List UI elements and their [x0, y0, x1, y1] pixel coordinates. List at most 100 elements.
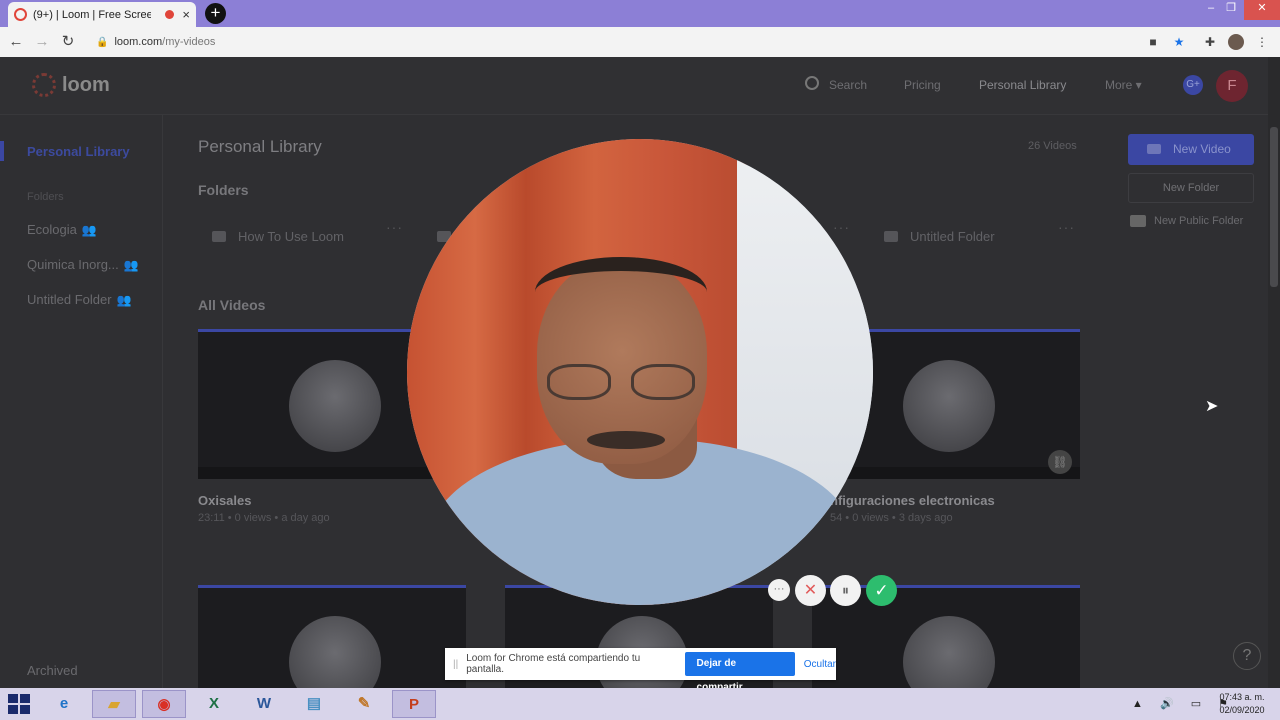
more-menu[interactable]: More ▾ [1105, 78, 1142, 92]
presenter-hair [535, 257, 707, 327]
kebab-menu-icon[interactable]: ⋮ [1254, 34, 1270, 50]
powerpoint-icon[interactable]: P [392, 690, 436, 718]
recording-cancel-button[interactable]: ✕ [795, 575, 826, 606]
screen-share-notice: || Loom for Chrome está compartiendo tu … [445, 648, 836, 693]
video-meta: 23:11 • 0 views • a day ago [198, 512, 330, 524]
shared-people-icon: 👥 [81, 223, 97, 237]
presenter-thumbnail [289, 616, 381, 688]
browser-tab-bar: (9+) | Loom | Free Screen & V × + – ❐ ✕ [0, 0, 1280, 27]
sidebar-item-label: Untitled Folder [27, 292, 112, 307]
new-public-folder-button[interactable]: New Public Folder [1130, 215, 1243, 227]
presenter-glasses [547, 364, 702, 404]
clock-time: 07:43 a. m. [1219, 692, 1265, 702]
sidebar-item-label: Ecologia [27, 222, 77, 237]
drag-handle-icon[interactable]: || [453, 659, 458, 670]
folder-options-icon[interactable]: ··· [386, 219, 403, 235]
personal-library-link[interactable]: Personal Library [979, 78, 1066, 92]
sidebar-item-archived[interactable]: Archived [27, 663, 78, 678]
recording-finish-button[interactable]: ✓ [866, 575, 897, 606]
sidebar: Personal Library Folders Ecologia 👥 Quimi… [0, 115, 163, 688]
sidebar-item-personal-library[interactable]: Personal Library [27, 144, 130, 159]
close-window-button[interactable]: ✕ [1244, 0, 1280, 20]
new-video-label: New Video [1173, 142, 1231, 156]
reload-icon[interactable]: ↻ [58, 32, 78, 52]
stop-sharing-button[interactable]: Dejar de compartir [684, 652, 795, 693]
paint-icon[interactable]: ✎ [342, 690, 386, 718]
extensions-icon[interactable]: ✚ [1202, 34, 1218, 50]
webcam-bubble[interactable] [407, 139, 873, 605]
all-videos-heading: All Videos [198, 297, 266, 313]
clock-date: 02/09/2020 [1219, 705, 1265, 715]
back-arrow-icon[interactable]: ← [6, 32, 26, 52]
video-title[interactable]: Oxisales [198, 493, 252, 508]
search-link[interactable]: Search [829, 78, 867, 92]
presenter-thumbnail [903, 360, 995, 452]
avatar[interactable]: F [1216, 70, 1248, 102]
folder-card-untitled[interactable]: Untitled Folder [884, 219, 995, 253]
excel-icon[interactable]: X [192, 690, 236, 718]
pricing-link[interactable]: Pricing [904, 78, 941, 92]
windows-taskbar: e ▰ ◉ X W ▤ ✎ P ▲ 🔊 ▭ ⚑ 07:43 a. m. 02/09/2020 [0, 688, 1280, 720]
sidebar-item-ecologia[interactable]: Ecologia 👥 [27, 222, 97, 237]
recording-more-button[interactable]: ··· [768, 579, 790, 601]
loom-top-nav: loom Search Pricing Personal Library Mor… [0, 57, 1268, 115]
word-icon[interactable]: W [242, 690, 286, 718]
restore-button[interactable]: ❐ [1218, 0, 1244, 18]
recording-pause-button[interactable]: ⏸ [830, 575, 861, 606]
camera-icon[interactable]: ■ [1145, 34, 1161, 50]
mouse-cursor-icon: ➤ [1205, 398, 1219, 415]
video-count: 26 Videos [1028, 140, 1077, 152]
sidebar-item-quimica[interactable]: Quimica Inorg... 👥 [27, 257, 139, 272]
folder-icon [884, 230, 898, 242]
loom-logo-text: loom [62, 73, 110, 96]
folder-name: How To Use Loom [238, 228, 344, 244]
video-camera-icon [1147, 144, 1161, 154]
search-icon[interactable] [805, 76, 819, 90]
chrome-icon[interactable]: ◉ [142, 690, 186, 718]
browser-tab[interactable]: (9+) | Loom | Free Screen & V × [8, 2, 196, 27]
url-host: loom.com [114, 36, 163, 48]
tab-close-button[interactable]: × [182, 7, 190, 22]
presenter-thumbnail [289, 360, 381, 452]
folder-card-how-to-use-loom[interactable]: How To Use Loom [212, 219, 344, 253]
hide-notice-link[interactable]: Ocultar [804, 659, 836, 670]
shared-people-icon: 👥 [116, 293, 132, 307]
forward-arrow-icon[interactable]: → [32, 32, 52, 52]
tab-title: (9+) | Loom | Free Screen & V [33, 8, 151, 21]
recording-indicator-icon [165, 10, 175, 19]
lock-icon: 🔒 [96, 37, 109, 48]
shared-people-icon: 👥 [123, 258, 139, 272]
file-explorer-icon[interactable]: ▰ [92, 690, 136, 718]
browser-toolbar: ← → ↻ 🔒 loom.com/my-videos ■ ★ ✚ ⋮ [0, 27, 1280, 57]
loom-logo[interactable]: loom [32, 73, 110, 97]
page-title: Personal Library [198, 137, 322, 156]
presenter-thumbnail [903, 616, 995, 688]
sidebar-item-untitled-folder[interactable]: Untitled Folder 👥 [27, 292, 132, 307]
profile-avatar-icon[interactable] [1228, 34, 1244, 50]
windows-start-icon[interactable] [8, 694, 30, 714]
address-bar[interactable]: 🔒 loom.com/my-videos [88, 31, 1200, 53]
folder-icon [212, 230, 226, 242]
folder-options-icon[interactable]: ··· [1058, 219, 1075, 235]
help-button[interactable]: ? [1233, 642, 1261, 670]
bookmark-star-icon[interactable]: ★ [1171, 34, 1187, 50]
internet-explorer-icon[interactable]: e [42, 690, 86, 718]
sidebar-folders-label: Folders [27, 191, 64, 203]
new-public-folder-label: New Public Folder [1154, 215, 1244, 227]
public-folder-icon [1130, 215, 1146, 227]
sidebar-item-label: Quimica Inorg... [27, 257, 119, 272]
folders-heading: Folders [198, 182, 249, 198]
loom-favicon-icon [14, 8, 27, 21]
loom-logo-icon [32, 73, 56, 97]
scrollbar-thumb[interactable] [1270, 127, 1278, 287]
new-video-button[interactable]: New Video [1128, 134, 1254, 165]
scrollbar[interactable] [1268, 57, 1280, 688]
share-message: Loom for Chrome está compartiendo tu pan… [466, 653, 641, 675]
new-folder-button[interactable]: New Folder [1128, 173, 1254, 203]
copy-link-icon[interactable]: ⛓ [1048, 450, 1072, 474]
active-indicator [0, 141, 4, 161]
new-tab-button[interactable]: + [205, 3, 226, 24]
taskbar-clock[interactable]: 07:43 a. m. 02/09/2020 [1214, 691, 1270, 717]
notepad-icon[interactable]: ▤ [292, 690, 336, 718]
add-people-icon[interactable]: G+ [1183, 75, 1203, 95]
